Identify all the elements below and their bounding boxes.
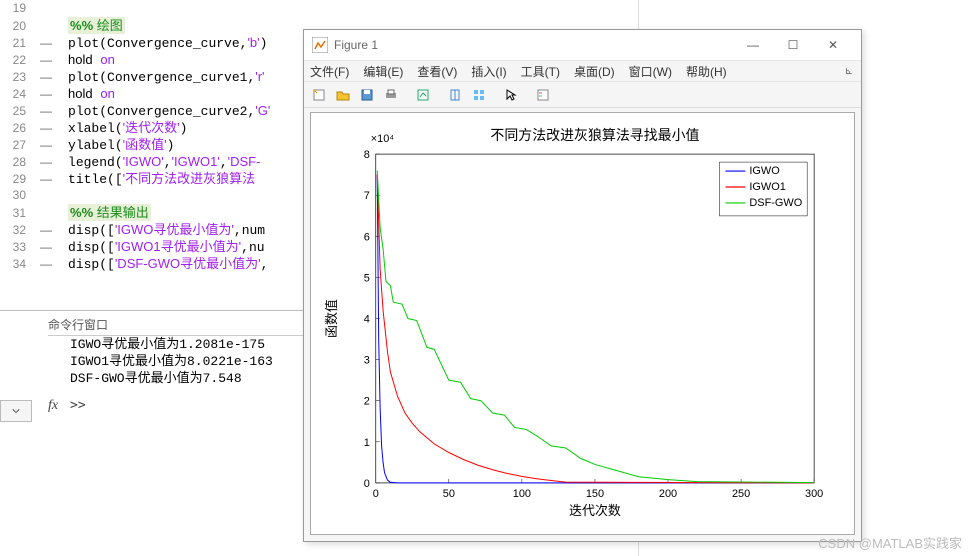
print-icon[interactable] xyxy=(380,84,402,106)
svg-text:250: 250 xyxy=(732,488,750,500)
svg-text:2: 2 xyxy=(364,396,370,408)
svg-text:100: 100 xyxy=(513,488,531,500)
menu-item[interactable]: 编辑(E) xyxy=(361,63,405,80)
menu-item[interactable]: 插入(I) xyxy=(469,63,508,80)
insert-colorbar-icon[interactable] xyxy=(468,84,490,106)
figure-title: Figure 1 xyxy=(334,38,733,52)
save-icon[interactable] xyxy=(356,84,378,106)
maximize-button[interactable]: ☐ xyxy=(773,31,813,59)
svg-text:不同方法改进灰狼算法寻找最小值: 不同方法改进灰狼算法寻找最小值 xyxy=(490,127,699,143)
menu-item[interactable]: 文件(F) xyxy=(308,63,351,80)
svg-text:×10⁴: ×10⁴ xyxy=(371,133,395,145)
svg-text:200: 200 xyxy=(659,488,677,500)
figure-titlebar[interactable]: Figure 1 — ☐ ✕ xyxy=(304,30,861,60)
menu-item[interactable]: 桌面(D) xyxy=(572,63,617,80)
svg-text:函数值: 函数值 xyxy=(324,299,339,338)
dropdown-toggle[interactable] xyxy=(0,400,32,422)
menu-overflow-icon[interactable]: ⊾ xyxy=(845,66,857,77)
svg-text:6: 6 xyxy=(364,231,370,243)
svg-text:DSF-GWO: DSF-GWO xyxy=(749,197,802,209)
insert-legend-icon[interactable] xyxy=(532,84,554,106)
fx-icon[interactable]: fx xyxy=(48,398,58,414)
open-icon[interactable] xyxy=(332,84,354,106)
menu-item[interactable]: 帮助(H) xyxy=(684,63,729,80)
close-button[interactable]: ✕ xyxy=(813,31,853,59)
svg-text:IGWO1: IGWO1 xyxy=(749,181,785,193)
svg-text:8: 8 xyxy=(364,149,370,161)
svg-text:0: 0 xyxy=(364,478,370,490)
menu-item[interactable]: 查看(V) xyxy=(415,63,459,80)
svg-text:迭代次数: 迭代次数 xyxy=(569,503,621,518)
figure-window: Figure 1 — ☐ ✕ 文件(F) 编辑(E) 查看(V) 插入(I) 工具(T)… xyxy=(303,29,862,542)
watermark: CSDN @MATLAB实践家 xyxy=(818,533,962,552)
svg-text:150: 150 xyxy=(586,488,604,500)
svg-text:300: 300 xyxy=(805,488,823,500)
svg-text:0: 0 xyxy=(373,488,379,500)
link-icon[interactable] xyxy=(444,84,466,106)
minimize-button[interactable]: — xyxy=(733,31,773,59)
new-figure-icon[interactable] xyxy=(308,84,330,106)
menu-item[interactable]: 工具(T) xyxy=(519,63,562,80)
figure-menubar: 文件(F) 编辑(E) 查看(V) 插入(I) 工具(T) 桌面(D) 窗口(W) 帮助(H)… xyxy=(304,60,861,82)
svg-text:50: 50 xyxy=(443,488,455,500)
matlab-icon xyxy=(312,37,328,53)
menu-item[interactable]: 窗口(W) xyxy=(627,63,674,80)
figure-toolbar xyxy=(304,82,861,108)
svg-text:7: 7 xyxy=(364,190,370,202)
svg-text:1: 1 xyxy=(364,437,370,449)
plot-canvas[interactable]: ×10⁴ 不同方法改进灰狼算法寻找最小值 0 50 100 150 200 250 300 0 1 2… xyxy=(310,112,855,535)
edit-plot-icon[interactable] xyxy=(412,84,434,106)
command-output: IGWO寻优最小值为1.2081e-175 IGWO1寻优最小值为8.0221e… xyxy=(70,336,273,387)
svg-text:3: 3 xyxy=(364,355,370,367)
svg-text:5: 5 xyxy=(364,272,370,284)
pointer-icon[interactable] xyxy=(500,84,522,106)
svg-text:4: 4 xyxy=(364,314,370,326)
command-prompt[interactable]: >> xyxy=(70,398,86,413)
svg-text:IGWO: IGWO xyxy=(749,165,779,177)
